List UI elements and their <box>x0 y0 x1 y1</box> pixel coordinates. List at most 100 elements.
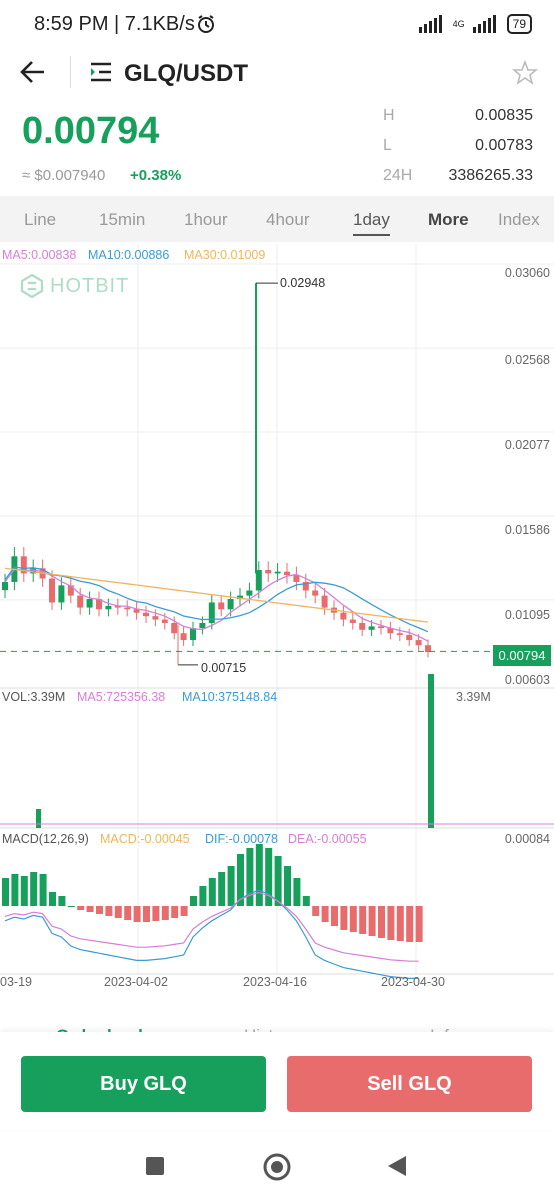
volume-bar <box>36 809 41 828</box>
candle-body <box>152 616 159 620</box>
square-icon[interactable] <box>145 1156 165 1176</box>
ma5-line <box>4 568 429 642</box>
macd-histogram-bar <box>49 892 56 906</box>
macd-histogram-bar <box>86 906 94 912</box>
macd-histogram-bar <box>105 906 113 916</box>
candle-body <box>105 605 112 610</box>
vol-ma5-legend: MA5:725356.38 <box>77 690 166 704</box>
status-bar: 8:59 PM | 7.1KB/s 4G 79 <box>0 0 554 50</box>
candle-body <box>396 633 403 635</box>
macd-histogram-bar <box>227 866 235 906</box>
ma5-legend: MA5:0.00838 <box>2 248 77 262</box>
pair-title[interactable]: GLQ/USDT <box>124 60 248 88</box>
macd-histogram-bar <box>161 906 169 920</box>
macd-histogram-bar <box>77 906 85 910</box>
candle-body <box>284 571 290 576</box>
tab-1hour[interactable]: 1hour <box>184 210 227 230</box>
tab-4hour[interactable]: 4hour <box>266 210 309 230</box>
candle-body <box>77 595 84 608</box>
candle-body <box>265 569 272 574</box>
macd-histogram-bar <box>293 878 301 906</box>
candle-body <box>180 633 187 641</box>
candle-body <box>293 575 300 582</box>
back-triangle-icon[interactable] <box>386 1154 408 1178</box>
candle-body <box>321 595 328 608</box>
macd-histogram-bar <box>114 906 122 918</box>
macd-histogram-bar <box>331 906 338 926</box>
status-time: 8:59 PM | 7.1KB/s <box>34 13 195 35</box>
tab-index[interactable]: Index <box>498 210 540 230</box>
macd-histogram-bar <box>199 886 207 906</box>
usd-price: ≈ $0.007940 <box>22 167 106 184</box>
system-nav-bar <box>0 1130 554 1200</box>
macd-histogram-bar <box>20 876 28 906</box>
candle-body <box>246 590 253 596</box>
candle-body <box>49 578 55 603</box>
macd-legend-dif: DIF:-0.00078 <box>205 832 278 846</box>
candle-body <box>58 585 65 603</box>
tab-more[interactable]: More <box>428 210 469 230</box>
x-tick-1: 03-19 <box>0 975 32 989</box>
candle-body <box>2 581 8 591</box>
candle-body <box>218 602 225 610</box>
min-price-label: 0.00715 <box>201 661 247 675</box>
macd-histogram-bar <box>349 906 357 932</box>
candle-body <box>124 607 131 610</box>
macd-histogram-bar <box>96 906 103 914</box>
candle-body <box>161 619 168 623</box>
macd-histogram-bar <box>30 872 38 906</box>
macd-legend-dea: DEA:-0.00055 <box>288 832 367 846</box>
volume-bar-spike <box>428 674 434 828</box>
list-icon[interactable] <box>90 62 112 82</box>
y-tick-2: 0.02568 <box>504 353 550 367</box>
candle-body <box>208 602 215 623</box>
candle-body <box>227 599 234 610</box>
x-tick-2: 2023-04-02 <box>104 975 168 989</box>
signal-icon <box>418 15 442 33</box>
y-tick-4: 0.01586 <box>504 523 550 537</box>
macd-histogram-bar <box>359 906 367 934</box>
candle-body <box>312 590 319 596</box>
kline-chart[interactable] <box>0 244 554 1004</box>
y-tick-3: 0.02077 <box>504 438 550 452</box>
network-type: 4G <box>452 19 465 29</box>
macd-histogram-bar <box>11 874 19 906</box>
last-price: 0.00794 <box>22 110 160 152</box>
macd-histogram-bar <box>208 878 216 906</box>
x-tick-4: 2023-04-30 <box>381 975 445 989</box>
macd-histogram-bar <box>312 906 320 916</box>
candle-body <box>368 626 375 630</box>
ma30-legend: MA30:0.01009 <box>184 248 266 262</box>
tab-line[interactable]: Line <box>24 210 56 230</box>
star-icon[interactable] <box>512 60 538 86</box>
sell-button[interactable]: Sell GLQ <box>287 1056 532 1112</box>
macd-histogram-bar <box>396 906 404 941</box>
macd-histogram-bar <box>124 906 132 920</box>
macd-histogram-bar <box>39 874 47 906</box>
battery-icon: 79 <box>506 14 532 34</box>
macd-histogram-bar <box>274 856 282 906</box>
macd-histogram-bar <box>246 848 254 906</box>
candle-body <box>67 585 74 596</box>
candle-body <box>406 634 413 641</box>
back-arrow-icon[interactable] <box>20 60 46 84</box>
macd-histogram-bar <box>143 906 150 922</box>
macd-histogram-bar <box>406 906 414 942</box>
watermark-text: HOTBIT <box>50 274 130 297</box>
buy-button[interactable]: Buy GLQ <box>21 1056 266 1112</box>
low-value: 0.00783 <box>475 137 533 154</box>
tab-1day[interactable]: 1day <box>343 210 400 236</box>
macd-histogram-bar <box>255 844 263 906</box>
macd-histogram-bar <box>340 906 348 930</box>
macd-histogram-bar <box>321 906 329 922</box>
home-circle-icon[interactable] <box>262 1152 292 1182</box>
high-value: 0.00835 <box>475 107 533 124</box>
hotbit-watermark: HOTBIT <box>20 274 129 298</box>
max-price-label: 0.02948 <box>280 276 326 290</box>
tab-15min[interactable]: 15min <box>99 210 145 230</box>
header-divider <box>70 56 71 88</box>
macd-histogram-bar <box>2 878 9 906</box>
current-price-tag: 0.00794 <box>493 645 551 666</box>
macd-histogram-bar <box>218 872 226 906</box>
macd-histogram-bar <box>171 906 179 918</box>
